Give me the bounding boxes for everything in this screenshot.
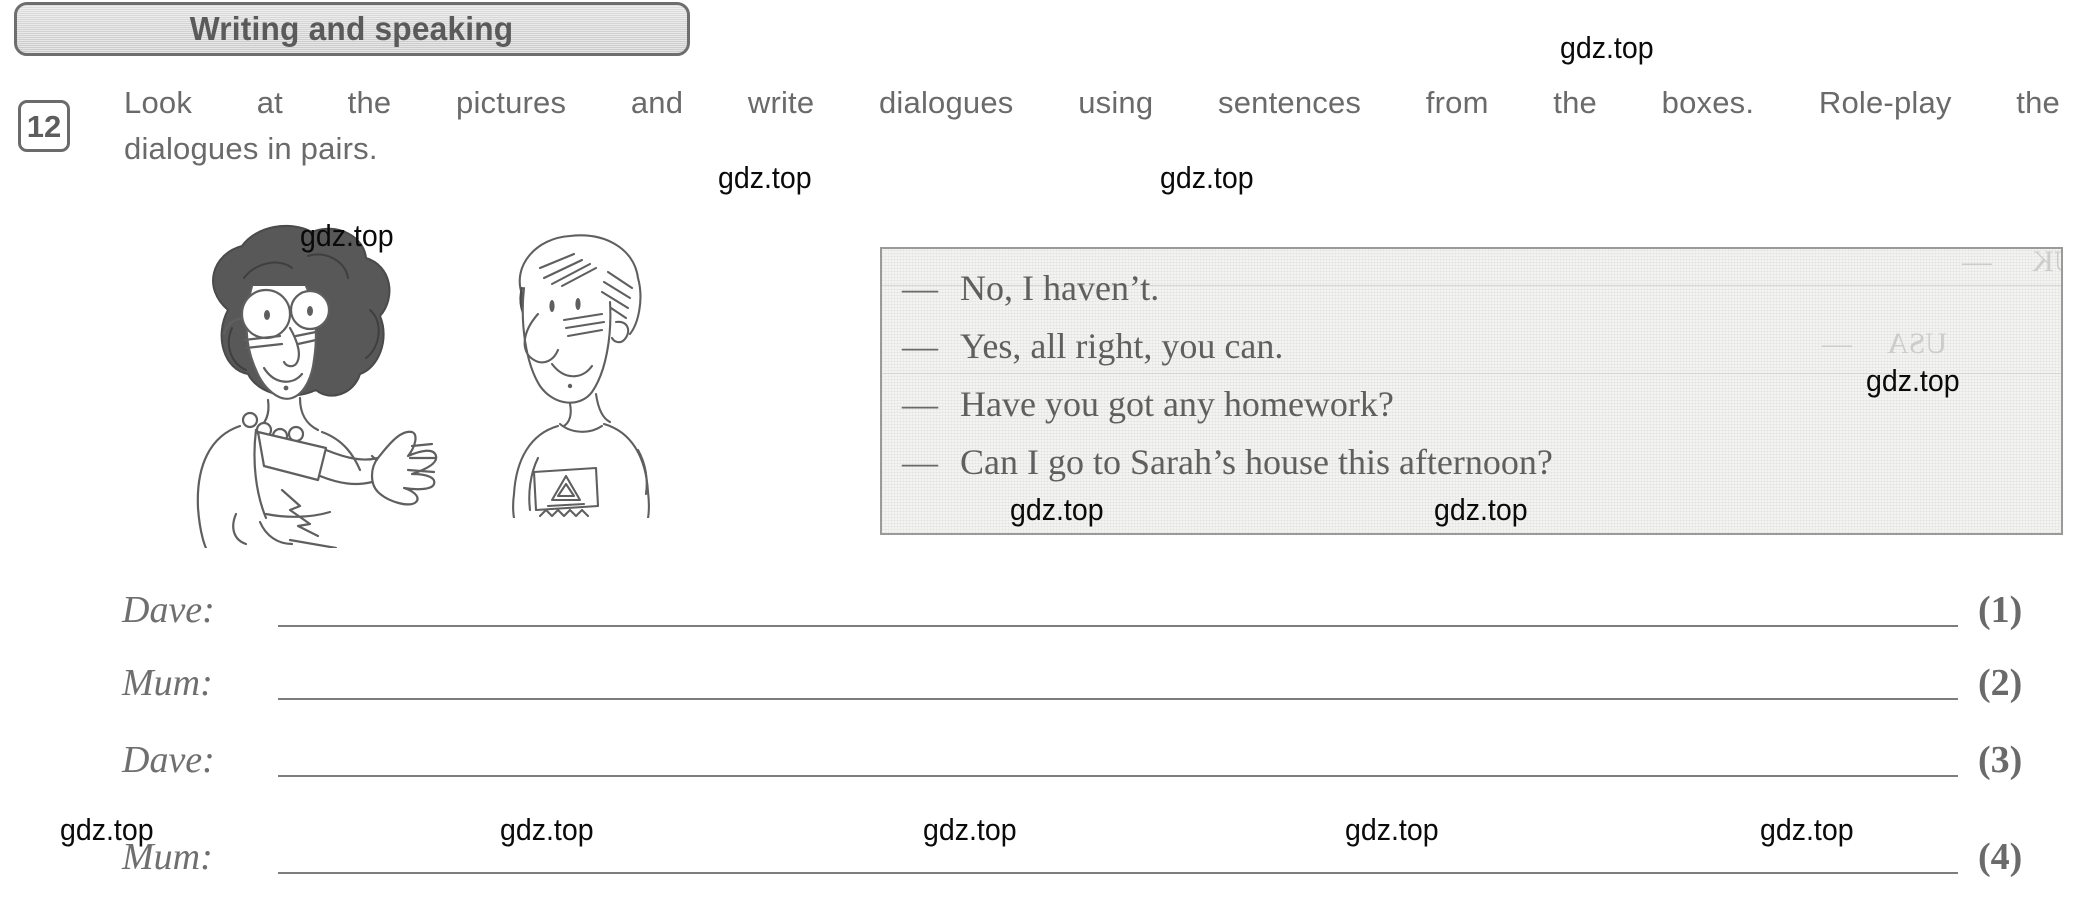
answer-row: Dave: (3)	[0, 738, 2091, 788]
dash-marker: —	[902, 384, 938, 424]
sentence-options-box: the UK USA — — — No, I haven’t. — Yes, a…	[880, 247, 2063, 535]
sentence-option-text: No, I haven’t.	[960, 268, 1160, 308]
dash-marker: —	[902, 268, 938, 308]
answer-row: Dave: (1)	[0, 588, 2091, 638]
worksheet-page: Writing and speaking 12 Look at the pict…	[0, 0, 2091, 905]
instruction-line-1: Look at the pictures and write dialogues…	[124, 85, 2060, 120]
sentence-option-text: Yes, all right, you can.	[960, 326, 1284, 366]
instruction-line-2: dialogues in pairs.	[124, 131, 378, 166]
answer-row: Mum: (2)	[0, 661, 2091, 711]
sentence-option-1: — No, I haven’t.	[902, 267, 2061, 325]
answer-write-line[interactable]	[278, 625, 1958, 627]
answer-write-line[interactable]	[278, 698, 1958, 700]
dash-marker: —	[902, 326, 938, 366]
speaker-label: Mum:	[122, 836, 213, 878]
speaker-label: Dave:	[122, 739, 215, 781]
woman-speaking-illustration	[140, 218, 460, 553]
answer-number: (3)	[1978, 739, 2023, 781]
speaker-label: Dave:	[122, 589, 215, 631]
answer-number: (1)	[1978, 589, 2023, 631]
watermark-gdz: gdz.top	[1560, 30, 1654, 65]
sentence-option-text: Have you got any homework?	[960, 384, 1394, 424]
exercise-number-label: 12	[26, 108, 62, 144]
answer-write-line[interactable]	[278, 872, 1958, 874]
exercise-instruction: Look at the pictures and write dialogues…	[124, 80, 2060, 172]
answer-number: (2)	[1978, 662, 2023, 704]
exercise-number-box: 12	[18, 100, 70, 152]
sentence-option-text: Can I go to Sarah’s house this afternoon…	[960, 442, 1553, 482]
answer-write-line[interactable]	[278, 775, 1958, 777]
dash-marker: —	[902, 442, 938, 482]
speaker-label: Mum:	[122, 662, 213, 704]
section-banner-label: Writing and speaking	[190, 10, 514, 47]
section-banner: Writing and speaking	[14, 2, 690, 56]
answer-row: Mum: (4)	[0, 835, 2091, 885]
boy-listening-illustration	[478, 228, 678, 523]
answer-number: (4)	[1978, 836, 2023, 878]
sentence-options-list: — No, I haven’t. — Yes, all right, you c…	[902, 267, 2061, 499]
sentence-option-4: — Can I go to Sarah’s house this afterno…	[902, 441, 2061, 499]
sentence-option-3: — Have you got any homework?	[902, 383, 2061, 441]
sentence-option-2: — Yes, all right, you can.	[902, 325, 2061, 383]
